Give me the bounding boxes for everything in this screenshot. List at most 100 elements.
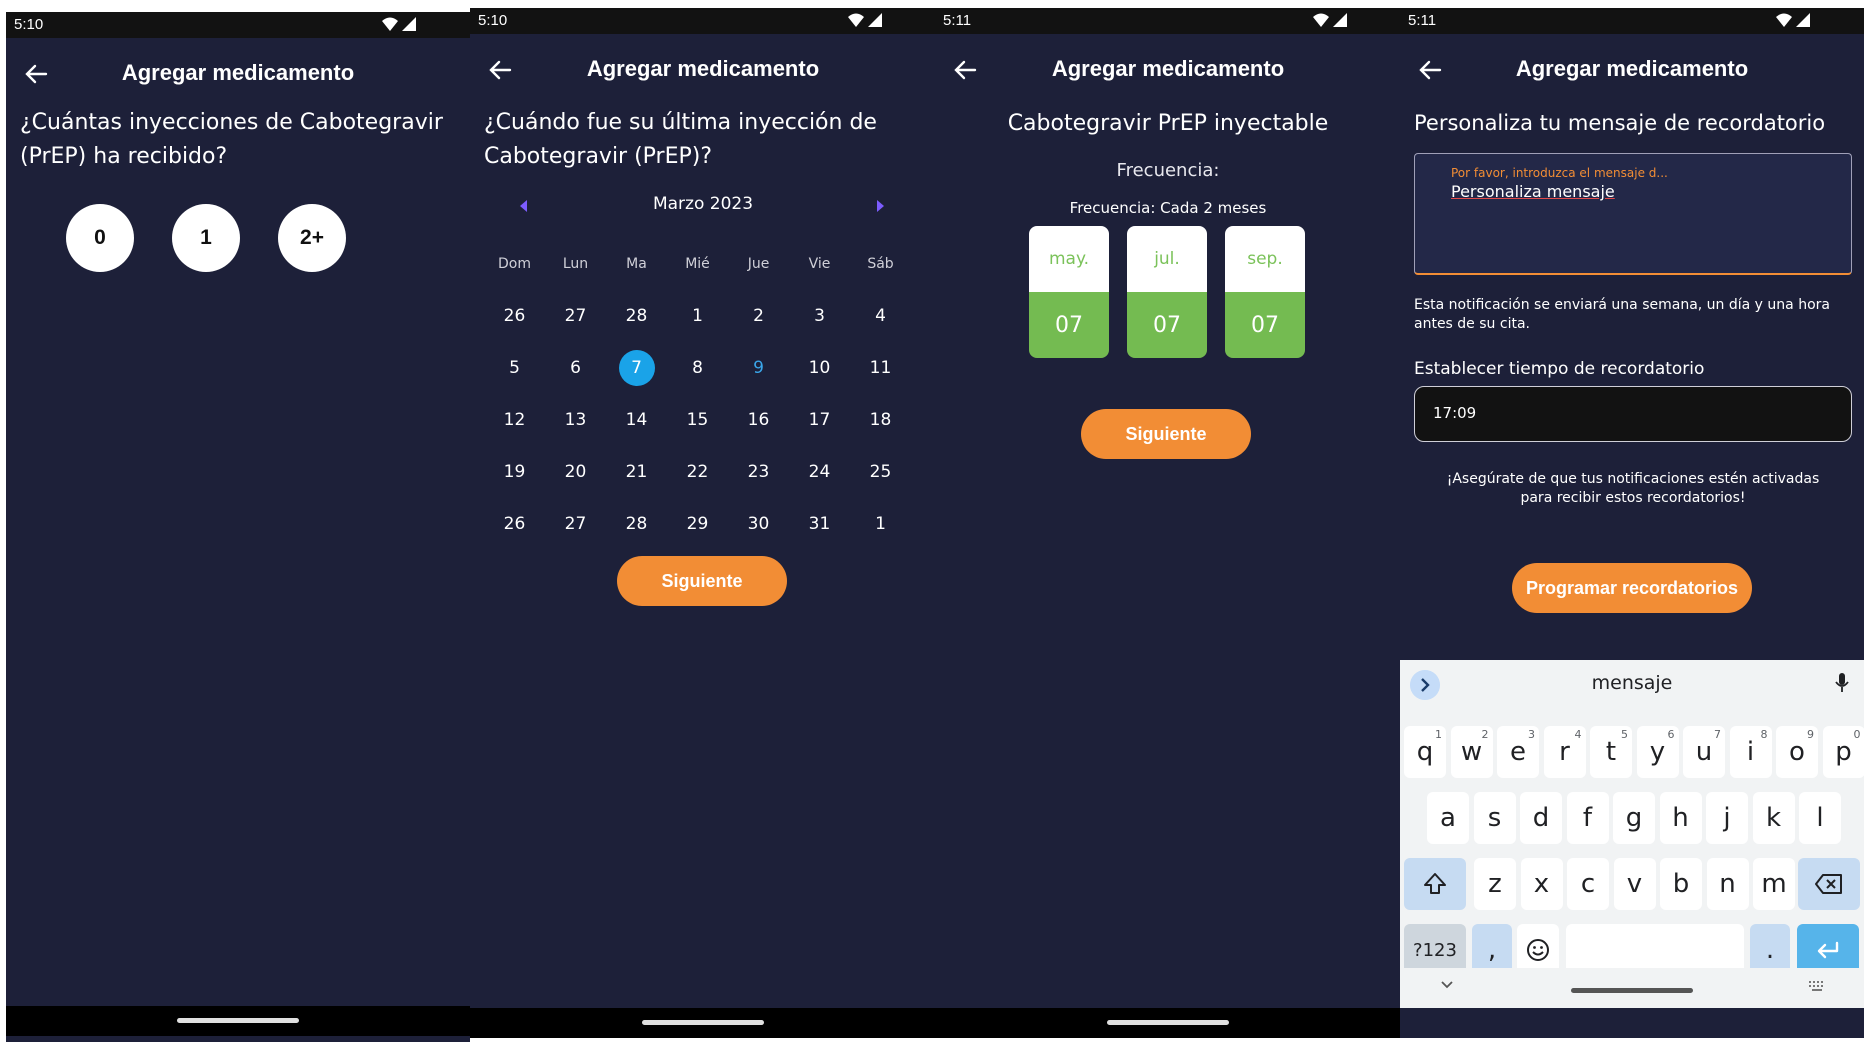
page-title: Agregar medicamento: [121, 60, 355, 85]
calendar-day[interactable]: 3: [789, 290, 850, 342]
key-i[interactable]: i8: [1729, 726, 1772, 778]
key-z[interactable]: z: [1474, 858, 1516, 910]
calendar-day[interactable]: 26: [484, 498, 545, 550]
notification-notice: Esta notificación se enviará una semana,…: [1414, 297, 1830, 332]
home-gesture-pill[interactable]: [642, 1020, 764, 1025]
key-number-hint: 4: [1574, 728, 1582, 741]
question-text: ¿Cuántas inyecciones de Cabotegravir (Pr…: [20, 110, 443, 169]
calendar-day[interactable]: 13: [545, 394, 606, 446]
calendar-day[interactable]: 27: [545, 498, 606, 550]
key-h[interactable]: h: [1659, 792, 1702, 844]
calendar-day[interactable]: 19: [484, 446, 545, 498]
key-x[interactable]: x: [1520, 858, 1563, 910]
calendar-day[interactable]: 5: [484, 342, 545, 394]
message-value[interactable]: Personaliza mensaje: [1451, 182, 1615, 201]
key-w[interactable]: w2: [1450, 726, 1493, 778]
calendar-day-label: 11: [869, 358, 892, 378]
calendar-day[interactable]: 23: [728, 446, 789, 498]
key-f[interactable]: f: [1566, 792, 1609, 844]
calendar-day-selected[interactable]: 7: [606, 342, 667, 394]
calendar-day[interactable]: 11: [850, 342, 911, 394]
calendar-day[interactable]: 10: [789, 342, 850, 394]
keyboard-suggestion[interactable]: mensaje: [1400, 672, 1864, 694]
calendar-day-label: 1: [692, 306, 703, 326]
soft-keyboard: mensaje q1w2e3r4t5y6u7i8o9p0asdfghjklzxc…: [1400, 660, 1864, 1008]
calendar-day[interactable]: 24: [789, 446, 850, 498]
microphone-icon[interactable]: [1834, 672, 1850, 694]
key-g[interactable]: g: [1613, 792, 1655, 844]
next-month-arrow-icon[interactable]: [877, 200, 884, 212]
home-gesture-pill[interactable]: [1571, 988, 1693, 993]
key-t[interactable]: t5: [1590, 726, 1632, 778]
calendar-day-today[interactable]: 9: [728, 342, 789, 394]
calendar-day[interactable]: 14: [606, 394, 667, 446]
key-m[interactable]: m: [1753, 858, 1795, 910]
key-p[interactable]: p0: [1822, 726, 1864, 778]
key-s[interactable]: s: [1473, 792, 1516, 844]
calendar-day[interactable]: 27: [545, 290, 606, 342]
calendar-day[interactable]: 2: [728, 290, 789, 342]
calendar-day[interactable]: 28: [606, 290, 667, 342]
calendar-day[interactable]: 25: [850, 446, 911, 498]
key-label: g: [1625, 803, 1643, 833]
backspace-key[interactable]: [1798, 858, 1860, 910]
screen-last-injection-date: 5:10 Agregar medicamento ¿Cuándo fue su …: [470, 8, 936, 1038]
home-gesture-pill[interactable]: [177, 1018, 299, 1023]
key-label: j: [1723, 803, 1731, 833]
key-q[interactable]: q1: [1404, 726, 1446, 778]
backspace-icon: [1815, 874, 1842, 894]
calendar-day[interactable]: 12: [484, 394, 545, 446]
calendar-day[interactable]: 1: [667, 290, 728, 342]
program-reminders-button[interactable]: Programar recordatorios: [1512, 563, 1752, 613]
calendar-day[interactable]: 28: [606, 498, 667, 550]
key-e[interactable]: e3: [1497, 726, 1539, 778]
calendar-day[interactable]: 29: [667, 498, 728, 550]
key-r[interactable]: r4: [1543, 726, 1586, 778]
message-textarea[interactable]: Por favor, introduzca el mensaje d... Pe…: [1414, 153, 1852, 275]
next-button[interactable]: Siguiente: [617, 556, 787, 606]
calendar-day[interactable]: 16: [728, 394, 789, 446]
calendar-day[interactable]: 22: [667, 446, 728, 498]
calendar-day[interactable]: 17: [789, 394, 850, 446]
shift-key[interactable]: [1404, 858, 1466, 910]
chevron-down-icon[interactable]: [1440, 980, 1454, 990]
calendar-day[interactable]: 30: [728, 498, 789, 550]
calendar-day-label: 7: [618, 350, 655, 386]
key-l[interactable]: l: [1799, 792, 1841, 844]
key-u[interactable]: u7: [1683, 726, 1725, 778]
option-2plus-button[interactable]: 2+: [278, 204, 346, 272]
calendar-day-label: 15: [686, 410, 709, 430]
status-bar: 5:11: [1400, 8, 1864, 34]
key-label: p: [1835, 737, 1852, 767]
key-n[interactable]: n: [1706, 858, 1749, 910]
reminder-time-field[interactable]: 17:09: [1414, 386, 1852, 442]
calendar-day[interactable]: 31: [789, 498, 850, 550]
next-button[interactable]: Siguiente: [1081, 409, 1251, 459]
keyboard-switch-icon[interactable]: [1808, 980, 1826, 992]
wifi-signal-icon: [1313, 13, 1347, 27]
option-0-button[interactable]: 0: [66, 204, 134, 272]
key-y[interactable]: y6: [1636, 726, 1679, 778]
calendar-day[interactable]: 4: [850, 290, 911, 342]
key-j[interactable]: j: [1706, 792, 1748, 844]
calendar-day[interactable]: 1: [850, 498, 911, 550]
calendar-day-label: 3: [814, 306, 825, 326]
calendar-day[interactable]: 6: [545, 342, 606, 394]
key-o[interactable]: o9: [1776, 726, 1818, 778]
home-gesture-pill[interactable]: [1107, 1020, 1229, 1025]
key-v[interactable]: v: [1613, 858, 1656, 910]
option-1-button[interactable]: 1: [172, 204, 240, 272]
calendar-day[interactable]: 20: [545, 446, 606, 498]
key-c[interactable]: c: [1567, 858, 1609, 910]
key-k[interactable]: k: [1752, 792, 1795, 844]
key-b[interactable]: b: [1660, 858, 1702, 910]
key-label: r: [1559, 737, 1570, 767]
calendar-day[interactable]: 21: [606, 446, 667, 498]
calendar-day[interactable]: 15: [667, 394, 728, 446]
calendar-day[interactable]: 26: [484, 290, 545, 342]
calendar-weekday: Vie: [808, 256, 831, 272]
key-d[interactable]: d: [1520, 792, 1562, 844]
calendar-day[interactable]: 8: [667, 342, 728, 394]
calendar-day[interactable]: 18: [850, 394, 911, 446]
key-a[interactable]: a: [1427, 792, 1469, 844]
